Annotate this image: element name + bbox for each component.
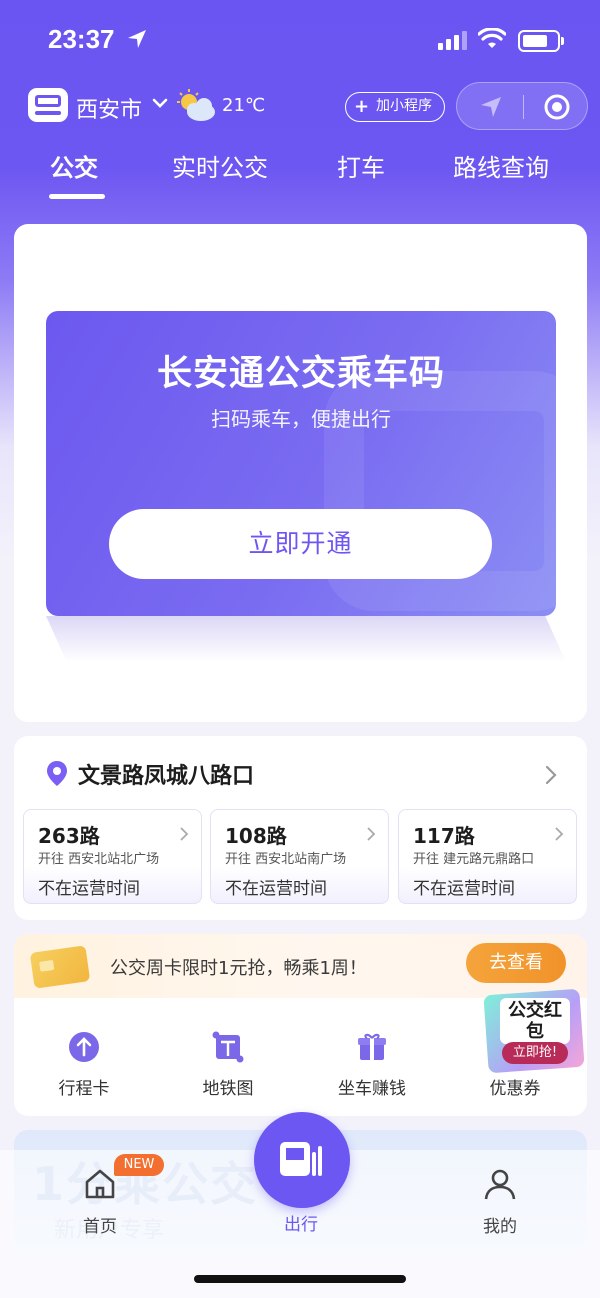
chevron-right-icon [180,827,189,841]
route-status: 不在运营时间 [413,879,515,899]
route-name: 108路 [225,824,287,848]
chevron-right-icon[interactable] [544,764,558,786]
wifi-icon [478,28,506,48]
status-bar: 23:37 [0,0,600,80]
plus-icon: + [354,96,370,117]
route-name: 263路 [38,824,100,848]
stop-name[interactable]: 文景路凤城八路口 [78,758,254,790]
user-profile-icon [484,1169,516,1200]
grid-item-earn-money[interactable]: 坐车赚钱 [312,1030,432,1099]
route-direction: 开往 西安北站南广场 [225,852,347,867]
top-bar: 西安市 21℃ + 加小程序 [0,80,600,132]
battery-icon [518,30,564,52]
ride-code-title: 长安通公交乘车码 [156,354,445,394]
activate-now-button[interactable]: 立即开通 [109,509,492,579]
tab-home-label: 首页 [83,1217,117,1237]
gift-box-icon [358,1033,386,1060]
route-card[interactable]: 108路 开往 西安北站南广场 不在运营时间 [210,809,389,904]
partly-cloudy-icon [177,89,215,121]
tab-taxi[interactable]: 打车 [337,148,385,183]
category-tabs: 公交 实时公交 打车 路线查询 [0,148,600,204]
grid-item-trip-card[interactable]: 行程卡 [24,1030,144,1099]
city-selector[interactable]: 西安市 [76,92,142,124]
bus-ride-icon [280,1142,322,1176]
close-target-icon[interactable] [543,93,571,121]
status-time: 23:37 [48,24,115,54]
grid-item-metro-map[interactable]: 地铁图 [168,1030,288,1099]
add-mini-program-button[interactable]: + 加小程序 [345,92,445,122]
home-indicator [194,1275,406,1283]
grid-item-label: 地铁图 [202,1079,254,1099]
location-pin-icon [47,761,67,786]
bus-card-icon [29,945,91,989]
bus-red-packet-float[interactable]: 公交红包 立即抢! [483,984,585,1074]
grab-now-button[interactable]: 立即抢! [502,1042,568,1064]
route-card[interactable]: 263路 开往 西安北站北广场 不在运营时间 [23,809,202,904]
tab-ride[interactable]: 出行 [251,1210,351,1235]
arrow-up-circle-icon [69,1032,99,1062]
grid-item-label: 坐车赚钱 [338,1079,406,1099]
grid-item-label: 行程卡 [58,1079,110,1099]
tab-home[interactable]: 首页 [50,1166,150,1237]
tab-mine-label: 我的 [483,1217,517,1237]
red-packet-title: 公交红包 [500,998,570,1044]
tab-mine[interactable]: 我的 [450,1166,550,1237]
temperature: 21℃ [222,95,266,116]
chevron-down-icon[interactable] [152,97,168,109]
route-name: 117路 [413,824,475,848]
tab-ride-label: 出行 [284,1215,318,1235]
active-tab-indicator [49,194,105,199]
home-icon [85,1169,115,1199]
new-badge: NEW [114,1154,164,1176]
tab-bus[interactable]: 公交 [50,148,98,183]
route-direction: 开往 西安北站北广场 [38,852,160,867]
ride-code-subtitle: 扫码乘车，便捷出行 [211,407,391,431]
route-card[interactable]: 117路 开往 建元路元鼎路口 不在运营时间 [398,809,577,904]
route-direction: 开往 建元路元鼎路口 [413,852,535,867]
capsule-divider [523,95,524,119]
navigation-arrow-icon[interactable] [479,95,503,119]
location-arrow-icon [128,30,146,48]
view-promo-button[interactable]: 去查看 [466,943,566,983]
add-mini-program-label: 加小程序 [376,98,432,114]
app-logo-icon [28,88,68,122]
card-shadow-strip [46,616,566,662]
ride-center-button[interactable] [254,1112,350,1208]
promo-text: 公交周卡限时1元抢，畅乘1周！ [110,958,367,979]
chevron-right-icon [367,827,376,841]
cellular-signal-icon [438,31,467,50]
tab-route-search[interactable]: 路线查询 [453,148,549,183]
grid-item-label: 优惠券 [489,1079,541,1099]
route-status: 不在运营时间 [225,879,327,899]
metro-map-icon [212,1031,244,1063]
ride-code-banner: 长安通公交乘车码 扫码乘车，便捷出行 立即开通 [46,311,556,616]
chevron-right-icon [555,827,564,841]
mini-program-capsule [456,82,588,130]
route-status: 不在运营时间 [38,879,140,899]
tab-realtime-bus[interactable]: 实时公交 [172,148,268,183]
